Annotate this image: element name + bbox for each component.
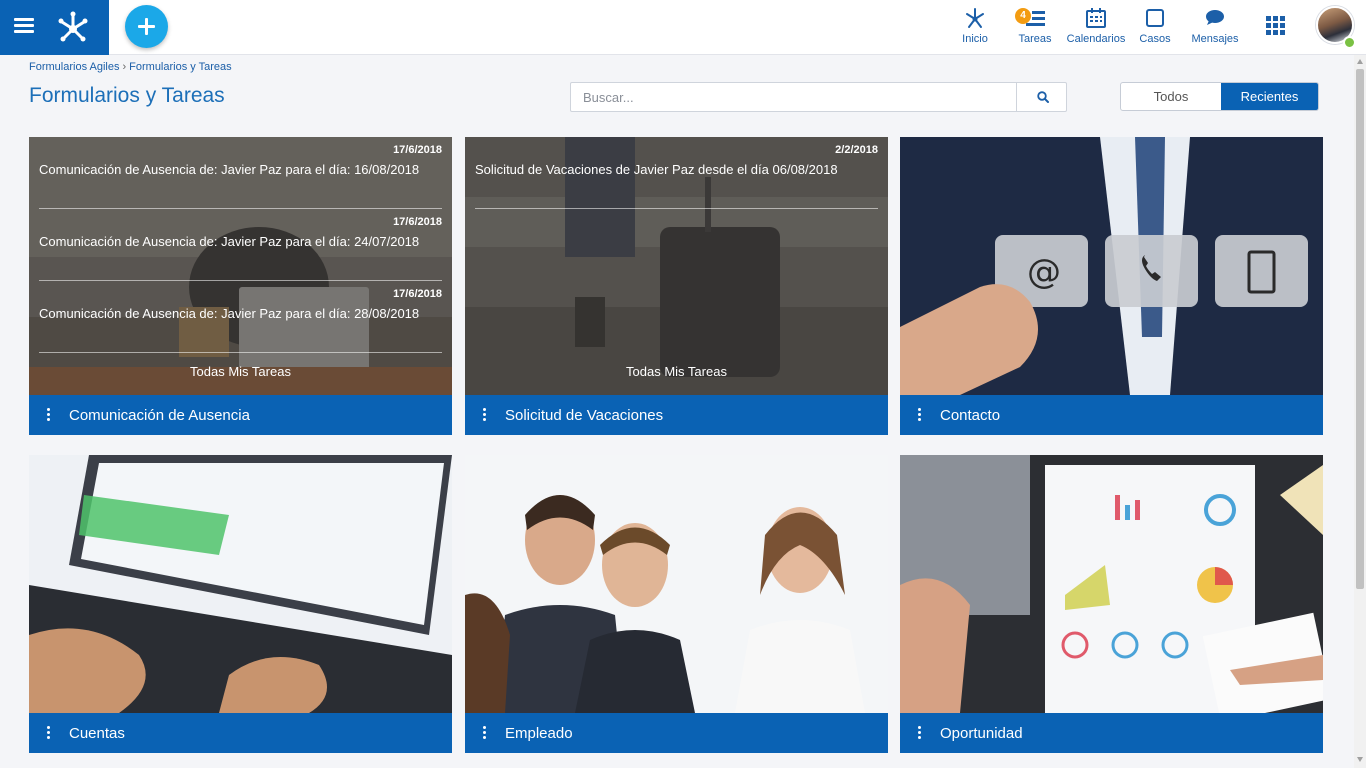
card-title: Comunicación de Ausencia [69,407,250,424]
toggle-recientes[interactable]: Recientes [1221,83,1318,110]
task-text: Comunicación de Ausencia de: Javier Paz … [39,306,420,321]
kebab-menu-icon[interactable] [47,408,51,422]
card-image [900,455,1323,713]
task-date: 2/2/2018 [835,144,878,156]
page-scrollbar[interactable] [1354,55,1366,768]
nav-inicio[interactable]: Inicio [955,6,995,50]
kebab-menu-icon[interactable] [483,726,487,740]
contact-photo: @ [900,137,1323,395]
at-sign-icon: @ [1027,252,1061,292]
card-title: Empleado [505,725,573,742]
card-comunicacion-ausencia[interactable]: 17/6/2018 Comunicación de Ausencia de: J… [29,137,452,435]
card-oportunidad[interactable]: Oportunidad [900,455,1323,753]
search-button[interactable] [1016,83,1067,111]
nav-label: Inicio [962,33,988,45]
card-image: @ [900,137,1323,395]
card-footer: Cuentas [29,713,452,753]
hamburger-icon[interactable] [14,18,34,34]
kebab-menu-icon[interactable] [47,726,51,740]
breadcrumb-link[interactable]: Formularios Agiles [29,61,119,73]
all-tasks-link[interactable]: Todas Mis Tareas [29,364,452,379]
task-item[interactable]: 17/6/2018 Comunicación de Ausencia de: J… [39,281,442,353]
square-icon [1146,9,1164,27]
toggle-todos[interactable]: Todos [1121,83,1221,110]
nav-label: Mensajes [1191,33,1239,45]
breadcrumb-separator: › [122,61,127,73]
network-logo-icon[interactable] [55,9,91,45]
page-title: Formularios y Tareas [29,84,225,107]
all-tasks-link[interactable]: Todas Mis Tareas [465,364,888,379]
card-footer: Empleado [465,713,888,753]
card-footer: Oportunidad [900,713,1323,753]
team-photo [465,455,888,713]
task-date: 17/6/2018 [393,144,442,156]
kebab-menu-icon[interactable] [918,726,922,740]
nav-calendarios[interactable]: Calendarios [1066,6,1126,50]
search-box [570,82,1067,112]
breadcrumb: Formularios Agiles › Formularios y Tareas [29,61,232,73]
task-item[interactable]: 17/6/2018 Comunicación de Ausencia de: J… [39,209,442,281]
card-cuentas[interactable]: Cuentas [29,455,452,753]
add-button[interactable] [125,5,168,48]
brand-block [0,0,109,55]
card-title: Cuentas [69,725,125,742]
apps-grid-icon[interactable] [1266,16,1286,36]
card-title: Solicitud de Vacaciones [505,407,664,424]
nav-label: Calendarios [1066,33,1126,45]
task-date: 17/6/2018 [393,288,442,300]
card-image: 17/6/2018 Comunicación de Ausencia de: J… [29,137,452,395]
card-empleado[interactable]: Empleado [465,455,888,753]
kebab-menu-icon[interactable] [483,408,487,422]
charts-desk-photo [900,455,1323,713]
card-image: 2/2/2018 Solicitud de Vacaciones de Javi… [465,137,888,395]
card-footer: Solicitud de Vacaciones [465,395,888,435]
search-icon [1037,91,1049,103]
nav-label: Tareas [1018,33,1052,45]
nav-tareas[interactable]: 4 Tareas [1015,6,1055,50]
scroll-up-arrow-icon[interactable] [1357,59,1363,64]
card-image [465,455,888,713]
card-footer: Comunicación de Ausencia [29,395,452,435]
breadcrumb-link[interactable]: Formularios y Tareas [129,61,232,73]
task-item[interactable]: 17/6/2018 Comunicación de Ausencia de: J… [39,137,442,209]
nav-casos[interactable]: Casos [1137,6,1173,50]
card-solicitud-vacaciones[interactable]: 2/2/2018 Solicitud de Vacaciones de Javi… [465,137,888,435]
card-contacto[interactable]: @ Contacto [900,137,1323,435]
scroll-down-arrow-icon[interactable] [1357,757,1363,762]
task-text: Solicitud de Vacaciones de Javier Paz de… [475,162,838,177]
search-input[interactable] [571,83,1016,111]
card-image [29,455,452,713]
card-title: Oportunidad [940,725,1023,742]
online-status-indicator [1343,36,1356,49]
task-text: Comunicación de Ausencia de: Javier Paz … [39,162,420,177]
tasks-overlay: 2/2/2018 Solicitud de Vacaciones de Javi… [465,137,888,395]
tasks-count-badge: 4 [1015,8,1031,24]
task-date: 17/6/2018 [393,216,442,228]
nav-mensajes[interactable]: Mensajes [1190,6,1240,50]
nav-label: Casos [1139,33,1171,45]
card-title: Contacto [940,407,1001,424]
scroll-thumb[interactable] [1356,69,1364,589]
kebab-menu-icon[interactable] [918,408,922,422]
calendar-icon [1086,8,1106,28]
filter-toggle: Todos Recientes [1120,82,1319,111]
top-bar: Inicio 4 Tareas Calendarios Casos Mensaj… [0,0,1366,55]
laptop-spreadsheet-photo [29,455,452,713]
card-footer: Contacto [900,395,1323,435]
network-icon [966,8,984,28]
task-text: Comunicación de Ausencia de: Javier Paz … [39,234,420,249]
tasks-overlay: 17/6/2018 Comunicación de Ausencia de: J… [29,137,452,395]
task-item[interactable]: 2/2/2018 Solicitud de Vacaciones de Javi… [475,137,878,209]
chat-bubble-icon [1206,10,1224,25]
